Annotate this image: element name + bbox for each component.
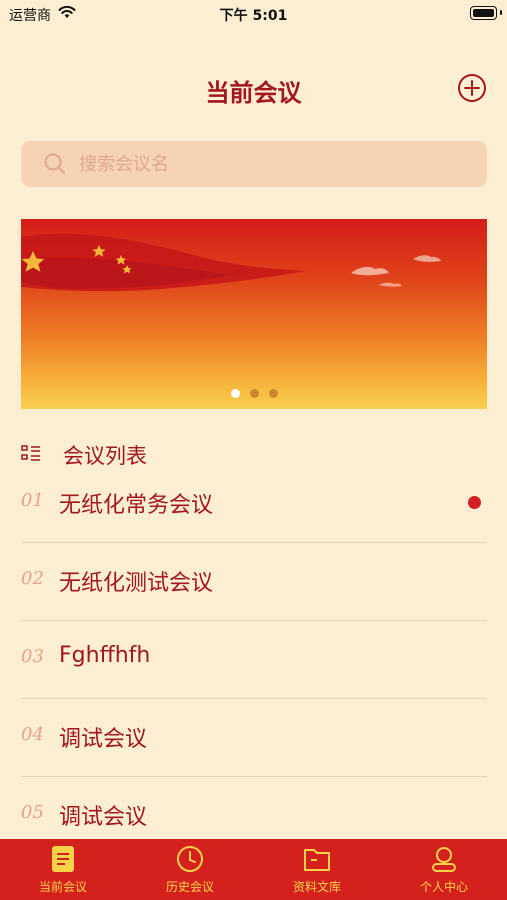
meeting-row[interactable]: 03 Fghffhfh [21,621,487,699]
search-icon [44,153,66,175]
tab-bar: 当前会议 历史会议 资料文库 个人中心 [0,839,507,900]
carousel-dot[interactable] [230,389,240,398]
tab-profile[interactable]: 个人中心 [381,839,507,900]
document-list-icon [52,846,74,872]
meeting-number: 02 [21,568,44,589]
tab-document-library[interactable]: 资料文库 [254,839,380,900]
meeting-number: 01 [21,490,44,511]
unread-indicator [468,496,481,509]
meeting-row[interactable]: 01 无纸化常务会议 [21,465,487,543]
meeting-title: Fghffhfh [59,643,151,668]
meeting-list: 01 无纸化常务会议 02 无纸化测试会议 03 Fghffhfh 04 调试会… [21,465,487,854]
meeting-row[interactable]: 02 无纸化测试会议 [21,543,487,621]
meeting-title: 调试会议 [59,727,148,752]
meeting-number: 03 [21,646,44,667]
carousel-dot[interactable] [268,389,278,398]
meeting-number: 05 [21,802,44,823]
battery-tip [500,10,502,15]
status-time: 下午 5:01 [219,8,288,24]
carousel-dot[interactable] [249,389,259,398]
carousel-indicator [21,389,487,398]
meeting-number: 04 [21,724,44,745]
meeting-title: 无纸化测试会议 [59,571,214,596]
meeting-title: 调试会议 [59,805,148,830]
tab-label: 资料文库 [292,880,341,894]
tab-label: 个人中心 [419,880,468,894]
meeting-row[interactable]: 04 调试会议 [21,699,487,777]
flag-banner-image [21,233,441,292]
meeting-title: 无纸化常务会议 [59,493,214,518]
clock-icon [177,846,203,872]
list-icon [21,445,40,461]
tab-current-meetings[interactable]: 当前会议 [0,839,126,900]
status-bar: 运营商 下午 5:01 [0,0,507,28]
tab-label: 当前会议 [38,880,87,894]
folder-icon [304,849,330,871]
tab-history-meetings[interactable]: 历史会议 [127,839,253,900]
person-icon [432,847,456,872]
banner-carousel[interactable] [21,219,487,409]
search-input[interactable] [79,141,469,187]
search-bar[interactable] [21,141,487,187]
battery-icon [470,6,497,20]
page-title: 当前会议 [205,79,302,107]
navigation-bar: 当前会议 [0,60,507,116]
tab-label: 历史会议 [165,880,214,894]
add-meeting-button[interactable] [457,73,487,103]
